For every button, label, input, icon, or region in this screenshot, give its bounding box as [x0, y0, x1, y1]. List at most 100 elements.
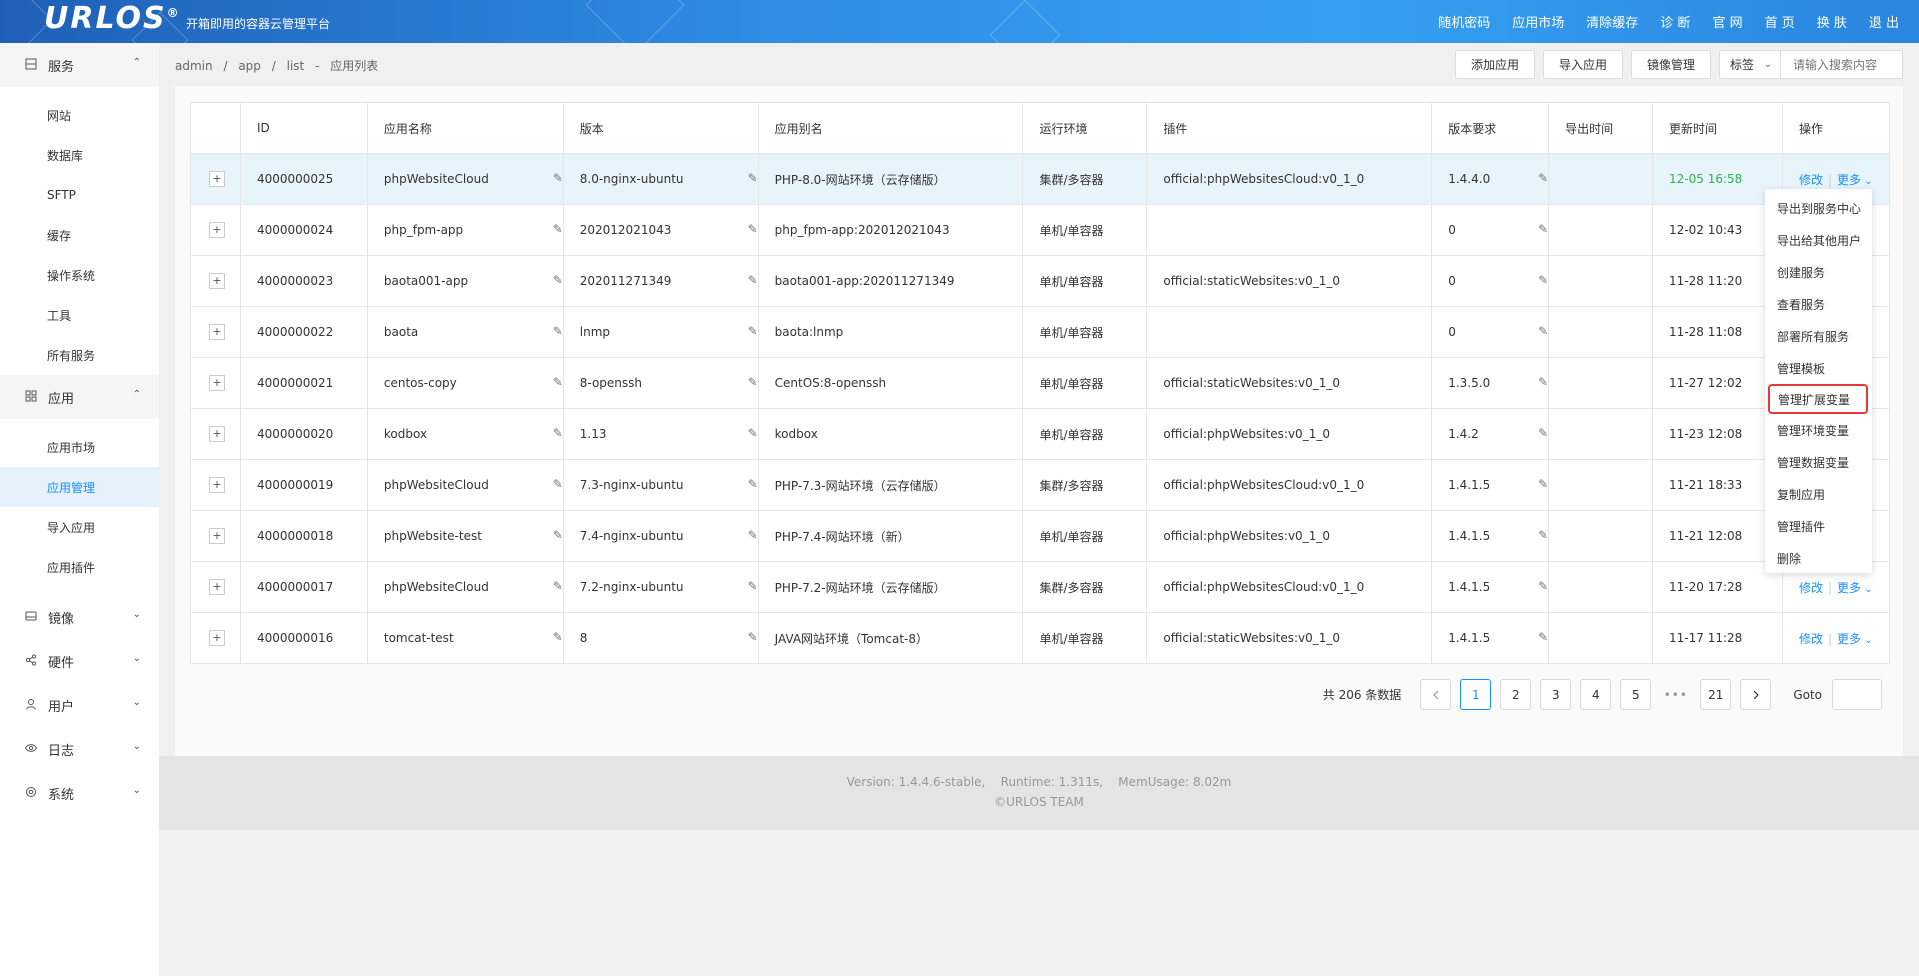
pencil-icon[interactable]: ✎ — [748, 375, 758, 389]
pencil-icon[interactable]: ✎ — [1538, 222, 1548, 236]
sidebar-item-import-app[interactable]: 导入应用 — [0, 507, 159, 547]
expand-row-button[interactable]: + — [209, 324, 225, 340]
pencil-icon[interactable]: ✎ — [748, 426, 758, 440]
table-row[interactable]: +4000000018 phpWebsite-test ✎ 7.4-nginx-ubu… — [190, 510, 1891, 562]
nav-random-password[interactable]: 随机密码 — [1438, 12, 1490, 31]
sidebar-item-cache[interactable]: 缓存 — [0, 215, 159, 255]
expand-row-button[interactable]: + — [209, 426, 225, 442]
dropdown-item[interactable]: 管理环境变量 — [1765, 414, 1872, 446]
nav-home[interactable]: 首 页 — [1765, 12, 1795, 31]
pencil-icon[interactable]: ✎ — [553, 630, 563, 644]
dropdown-item[interactable]: 删除 — [1765, 542, 1872, 574]
pencil-icon[interactable]: ✎ — [748, 579, 758, 593]
sidebar-group-system[interactable]: 系统 ⌄ — [0, 771, 159, 815]
nav-clear-cache[interactable]: 清除缓存 — [1586, 12, 1638, 31]
pencil-icon[interactable]: ✎ — [553, 222, 563, 236]
pencil-icon[interactable]: ✎ — [748, 222, 758, 236]
nav-app-market[interactable]: 应用市场 — [1512, 12, 1564, 31]
pencil-icon[interactable]: ✎ — [1538, 273, 1548, 287]
pencil-icon[interactable]: ✎ — [1538, 528, 1548, 542]
pencil-icon[interactable]: ✎ — [1538, 477, 1548, 491]
urlos-logo[interactable]: URLOS® — [44, 1, 181, 36]
expand-row-button[interactable]: + — [209, 375, 225, 391]
pencil-icon[interactable]: ✎ — [553, 171, 563, 185]
prev-page-button[interactable] — [1420, 679, 1452, 710]
add-app-button[interactable]: 添加应用 — [1454, 50, 1535, 79]
sidebar-item-app-management[interactable]: 应用管理 — [0, 467, 159, 507]
pencil-icon[interactable]: ✎ — [553, 273, 563, 287]
sidebar-item-all-services[interactable]: 所有服务 — [0, 335, 159, 375]
dropdown-item[interactable]: 导出给其他用户 — [1765, 224, 1872, 256]
table-row[interactable]: +4000000019 phpWebsiteCloud ✎ 7.3-nginx-ubu… — [190, 459, 1891, 511]
pencil-icon[interactable]: ✎ — [748, 528, 758, 542]
goto-page-input[interactable] — [1832, 679, 1882, 710]
dropdown-item[interactable]: 部署所有服务 — [1765, 320, 1872, 352]
table-row[interactable]: +4000000022 baota ✎ lnmp ✎ baota:lnmp 单机/单容器 0 ✎… — [190, 306, 1891, 358]
image-manage-button[interactable]: 镜像管理 — [1630, 50, 1711, 79]
breadcrumb-list[interactable]: list — [287, 59, 305, 73]
breadcrumb-app[interactable]: app — [238, 59, 261, 73]
pencil-icon[interactable]: ✎ — [1538, 579, 1548, 593]
pencil-icon[interactable]: ✎ — [553, 375, 563, 389]
pencil-icon[interactable]: ✎ — [748, 630, 758, 644]
expand-row-button[interactable]: + — [209, 528, 225, 544]
table-row[interactable]: +4000000025 phpWebsiteCloud ✎ 8.0-nginx-ubu… — [190, 153, 1891, 205]
sidebar-group-services[interactable]: 服务 ⌃ — [0, 43, 159, 87]
expand-row-button[interactable]: + — [209, 579, 225, 595]
pencil-icon[interactable]: ✎ — [553, 477, 563, 491]
pencil-icon[interactable]: ✎ — [748, 477, 758, 491]
pencil-icon[interactable]: ✎ — [553, 426, 563, 440]
expand-row-button[interactable]: + — [209, 630, 225, 646]
expand-row-button[interactable]: + — [209, 273, 225, 289]
page-button-last[interactable]: 21 — [1700, 679, 1732, 710]
sidebar-item-database[interactable]: 数据库 — [0, 135, 159, 175]
pencil-icon[interactable]: ✎ — [553, 324, 563, 338]
table-row[interactable]: +4000000021 centos-copy ✎ 8-openssh ✎ CentOS:… — [190, 357, 1891, 409]
page-ellipsis[interactable]: ••• — [1660, 688, 1691, 702]
sidebar-group-apps[interactable]: 应用 ⌃ — [0, 375, 159, 419]
sidebar-item-app-plugins[interactable]: 应用插件 — [0, 547, 159, 587]
dropdown-item[interactable]: 管理模板 — [1765, 352, 1872, 384]
dropdown-item[interactable]: 管理插件 — [1765, 510, 1872, 542]
edit-link[interactable]: 修改 — [1799, 632, 1823, 646]
pencil-icon[interactable]: ✎ — [748, 273, 758, 287]
nav-official-site[interactable]: 官 网 — [1712, 12, 1742, 31]
dropdown-item[interactable]: 管理数据变量 — [1765, 446, 1872, 478]
more-link[interactable]: 更多 ⌄ — [1837, 632, 1873, 646]
pencil-icon[interactable]: ✎ — [1538, 171, 1548, 185]
pencil-icon[interactable]: ✎ — [553, 528, 563, 542]
dropdown-item[interactable]: 复制应用 — [1765, 478, 1872, 510]
nav-skin[interactable]: 换 肤 — [1817, 12, 1847, 31]
table-row[interactable]: +4000000024 php_fpm-app ✎ 202012021043 ✎ php_… — [190, 204, 1891, 256]
sidebar-item-website[interactable]: 网站 — [0, 95, 159, 135]
dropdown-item[interactable]: 导出到服务中心 — [1765, 192, 1872, 224]
sidebar-group-logs[interactable]: 日志 ⌄ — [0, 727, 159, 771]
sidebar-item-app-market[interactable]: 应用市场 — [0, 427, 159, 467]
page-button-4[interactable]: 4 — [1580, 679, 1612, 710]
next-page-button[interactable] — [1740, 679, 1772, 710]
pencil-icon[interactable]: ✎ — [1538, 375, 1548, 389]
more-link[interactable]: 更多 ⌄ — [1837, 581, 1873, 595]
expand-row-button[interactable]: + — [209, 222, 225, 238]
pencil-icon[interactable]: ✎ — [553, 579, 563, 593]
expand-row-button[interactable]: + — [209, 477, 225, 493]
pencil-icon[interactable]: ✎ — [1538, 324, 1548, 338]
sidebar-item-tools[interactable]: 工具 — [0, 295, 159, 335]
expand-row-button[interactable]: + — [209, 171, 225, 187]
page-button-5[interactable]: 5 — [1620, 679, 1652, 710]
dropdown-item[interactable]: 创建服务 — [1765, 256, 1872, 288]
edit-link[interactable]: 修改 — [1799, 581, 1823, 595]
search-input[interactable] — [1781, 50, 1903, 79]
tag-select[interactable]: 标签 ⌄ — [1719, 50, 1781, 79]
sidebar-group-users[interactable]: 用户 ⌄ — [0, 683, 159, 727]
page-button-3[interactable]: 3 — [1540, 679, 1572, 710]
sidebar-group-images[interactable]: 镜像 ⌄ — [0, 595, 159, 639]
table-row[interactable]: +4000000020 kodbox ✎ 1.13 ✎ kodbox 单机/单容器 offic… — [190, 408, 1891, 460]
import-app-button[interactable]: 导入应用 — [1542, 50, 1623, 79]
sidebar-item-sftp[interactable]: SFTP — [0, 175, 159, 215]
sidebar-group-hardware[interactable]: 硬件 ⌄ — [0, 639, 159, 683]
pencil-icon[interactable]: ✎ — [1538, 630, 1548, 644]
page-button-1[interactable]: 1 — [1460, 679, 1492, 710]
page-button-2[interactable]: 2 — [1500, 679, 1532, 710]
nav-logout[interactable]: 退 出 — [1869, 12, 1899, 31]
